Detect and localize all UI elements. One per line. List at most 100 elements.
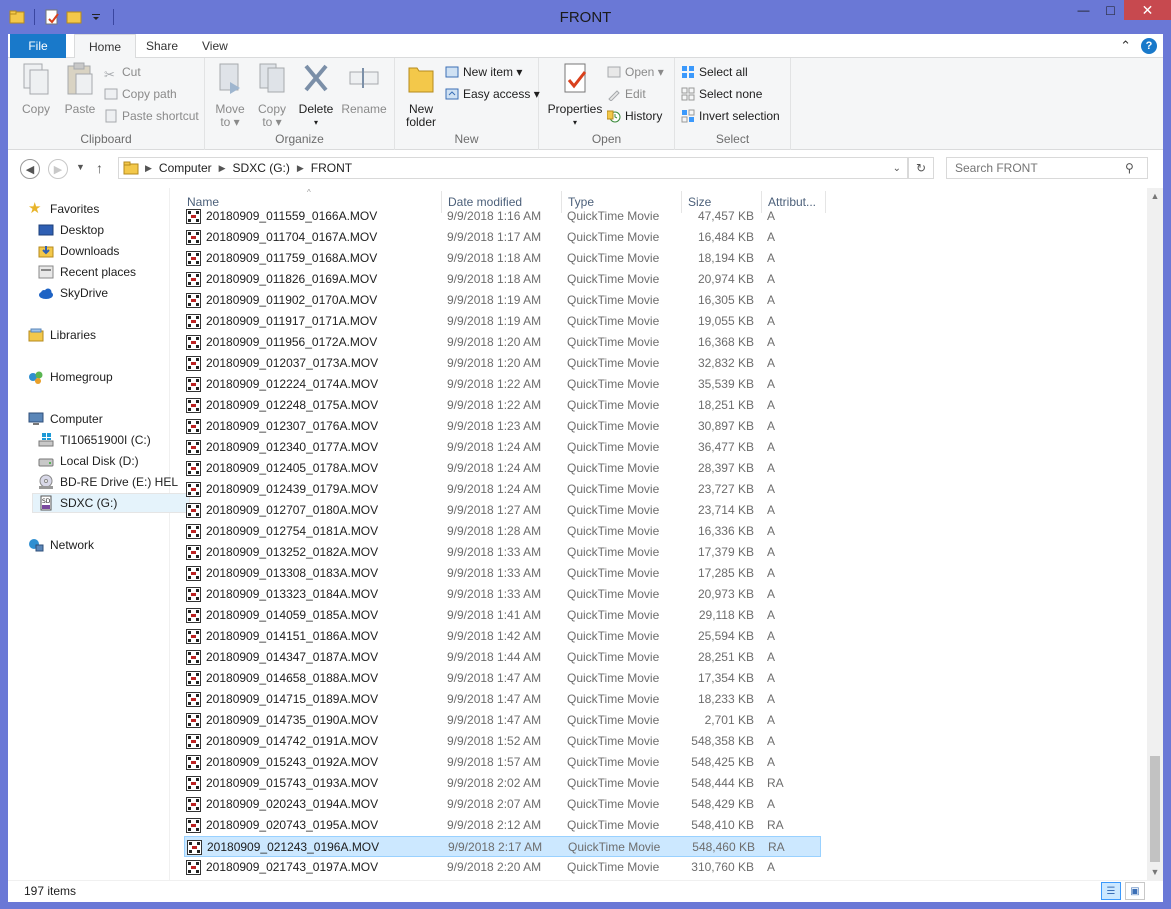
history-button[interactable]: History: [607, 106, 662, 126]
properties-button[interactable]: Properties ▾: [545, 62, 605, 129]
column-divider[interactable]: [825, 191, 826, 213]
table-row[interactable]: 20180909_014151_0186A.MOV 9/9/2018 1:42 A…: [184, 626, 821, 647]
table-row[interactable]: 20180909_012754_0181A.MOV 9/9/2018 1:28 A…: [184, 521, 821, 542]
table-row[interactable]: 20180909_012707_0180A.MOV 9/9/2018 1:27 A…: [184, 500, 821, 521]
select-all-button[interactable]: Select all: [681, 62, 748, 82]
table-row[interactable]: 20180909_013323_0184A.MOV 9/9/2018 1:33 A…: [184, 584, 821, 605]
file-size: 30,897 KB: [697, 419, 754, 433]
table-row[interactable]: 20180909_014715_0189A.MOV 9/9/2018 1:47 A…: [184, 689, 821, 710]
table-row[interactable]: 20180909_011902_0170A.MOV 9/9/2018 1:19 A…: [184, 290, 821, 311]
edit-button[interactable]: Edit: [607, 84, 646, 104]
table-row[interactable]: 20180909_011759_0168A.MOV 9/9/2018 1:18 A…: [184, 248, 821, 269]
new-item-button[interactable]: New item ▾: [445, 62, 522, 82]
table-row[interactable]: 20180909_021743_0197A.MOV 9/9/2018 2:20 A…: [184, 857, 821, 878]
help-icon[interactable]: ?: [1141, 38, 1157, 54]
cut-button[interactable]: ✂ Cut: [104, 62, 141, 82]
table-row[interactable]: 20180909_011826_0169A.MOV 9/9/2018 1:18 A…: [184, 269, 821, 290]
invert-selection-button[interactable]: Invert selection: [681, 106, 780, 126]
copy-to-button[interactable]: Copy to ▾: [253, 62, 291, 129]
chevron-right-icon[interactable]: ▶: [145, 163, 152, 174]
table-row[interactable]: 20180909_015243_0192A.MOV 9/9/2018 1:57 A…: [184, 752, 821, 773]
move-to-button[interactable]: Move to ▾: [211, 62, 249, 129]
table-row[interactable]: 20180909_011704_0167A.MOV 9/9/2018 1:17 A…: [184, 227, 821, 248]
quicktime-movie-icon: [186, 545, 201, 560]
breadcrumb-computer[interactable]: Computer: [152, 161, 219, 175]
chevron-down-icon[interactable]: ⌄: [893, 163, 901, 174]
properties-icon: [564, 63, 587, 93]
tab-home[interactable]: Home: [74, 34, 137, 59]
forward-button[interactable]: ▶: [48, 159, 68, 179]
file-date-modified: 9/9/2018 1:41 AM: [447, 608, 542, 622]
new-folder-button[interactable]: New folder: [401, 62, 441, 129]
scroll-down-icon[interactable]: ▼: [1147, 864, 1163, 880]
up-button[interactable]: ↑: [96, 160, 103, 176]
open-button[interactable]: Open ▾: [607, 62, 664, 82]
table-row[interactable]: 20180909_020243_0194A.MOV 9/9/2018 2:07 A…: [184, 794, 821, 815]
paste-shortcut-button[interactable]: Paste shortcut: [104, 106, 199, 126]
file-attributes: A: [767, 440, 776, 454]
rename-button[interactable]: Rename: [339, 62, 389, 116]
recent-locations-dropdown[interactable]: ▼: [76, 162, 85, 172]
table-row[interactable]: 20180909_012405_0178A.MOV 9/9/2018 1:24 A…: [184, 458, 821, 479]
table-row[interactable]: 20180909_012037_0173A.MOV 9/9/2018 1:20 A…: [184, 353, 821, 374]
maximize-button[interactable]: □: [1097, 0, 1124, 20]
nav-libraries[interactable]: Libraries: [28, 325, 186, 345]
search-box[interactable]: ⚲: [946, 157, 1148, 179]
scrollbar-thumb[interactable]: [1150, 756, 1160, 862]
vertical-scrollbar[interactable]: ▲ ▼: [1147, 188, 1163, 880]
file-date-modified: 9/9/2018 1:47 AM: [447, 713, 542, 727]
table-row[interactable]: 20180909_014059_0185A.MOV 9/9/2018 1:41 A…: [184, 605, 821, 626]
tab-view[interactable]: View: [188, 34, 242, 58]
nav-network[interactable]: Network: [28, 535, 186, 555]
table-row[interactable]: 20180909_013252_0182A.MOV 9/9/2018 1:33 A…: [184, 542, 821, 563]
nav-network-label: Network: [50, 538, 95, 552]
address-field[interactable]: ▶ Computer ▶ SDXC (G:) ▶ FRONT ⌄: [118, 157, 908, 179]
back-button[interactable]: ◀: [20, 159, 40, 179]
nav-favorites[interactable]: ★ Favorites: [28, 199, 186, 219]
tab-share[interactable]: Share: [132, 34, 192, 58]
table-row[interactable]: 20180909_013308_0183A.MOV 9/9/2018 1:33 A…: [184, 563, 821, 584]
table-row[interactable]: 20180909_012340_0177A.MOV 9/9/2018 1:24 A…: [184, 437, 821, 458]
rename-label: Rename: [341, 102, 387, 116]
select-none-button[interactable]: Select none: [681, 84, 762, 104]
table-row[interactable]: 20180909_014742_0191A.MOV 9/9/2018 1:52 A…: [184, 731, 821, 752]
copy-path-button[interactable]: Copy path: [104, 84, 177, 104]
collapse-ribbon-icon[interactable]: ⌃: [1120, 38, 1131, 54]
table-row[interactable]: 20180909_014347_0187A.MOV 9/9/2018 1:44 A…: [184, 647, 821, 668]
table-row[interactable]: 20180909_012439_0179A.MOV 9/9/2018 1:24 A…: [184, 479, 821, 500]
table-row[interactable]: 20180909_012224_0174A.MOV 9/9/2018 1:22 A…: [184, 374, 821, 395]
file-size: 548,425 KB: [691, 755, 754, 769]
breadcrumb-sdxc[interactable]: SDXC (G:): [226, 161, 297, 175]
search-input[interactable]: [955, 161, 1125, 175]
paste-button[interactable]: Paste: [60, 62, 100, 116]
table-row[interactable]: 20180909_014658_0188A.MOV 9/9/2018 1:47 A…: [184, 668, 821, 689]
table-row-selected[interactable]: 20180909_021243_0196A.MOV 9/9/2018 2:17 A…: [184, 836, 821, 857]
chevron-right-icon[interactable]: ▶: [219, 163, 226, 174]
table-row[interactable]: 20180909_015743_0193A.MOV 9/9/2018 2:02 A…: [184, 773, 821, 794]
close-button[interactable]: ✕: [1124, 0, 1171, 20]
table-row[interactable]: 20180909_014735_0190A.MOV 9/9/2018 1:47 A…: [184, 710, 821, 731]
file-attributes: A: [767, 335, 776, 349]
large-icons-view-button[interactable]: ▣: [1125, 882, 1145, 900]
search-icon[interactable]: ⚲: [1125, 161, 1134, 175]
table-row[interactable]: 20180909_011559_0166A.MOV 9/9/2018 1:16 A…: [184, 206, 821, 227]
easy-access-button[interactable]: Easy access ▾: [445, 84, 540, 104]
table-row[interactable]: 20180909_020743_0195A.MOV 9/9/2018 2:12 A…: [184, 815, 821, 836]
nav-drive-g[interactable]: SD SDXC (G:): [32, 493, 190, 513]
nav-computer[interactable]: Computer: [28, 409, 186, 429]
table-row[interactable]: 20180909_011917_0171A.MOV 9/9/2018 1:19 A…: [184, 311, 821, 332]
delete-button[interactable]: Delete ▾: [297, 62, 335, 129]
details-view-button[interactable]: ☰: [1101, 882, 1121, 900]
chevron-right-icon[interactable]: ▶: [297, 163, 304, 174]
nav-homegroup[interactable]: Homegroup: [28, 367, 186, 387]
table-row[interactable]: 20180909_012307_0176A.MOV 9/9/2018 1:23 A…: [184, 416, 821, 437]
table-row[interactable]: 20180909_012248_0175A.MOV 9/9/2018 1:22 A…: [184, 395, 821, 416]
scroll-up-icon[interactable]: ▲: [1147, 188, 1163, 204]
file-attributes: A: [767, 377, 776, 391]
refresh-button[interactable]: ↻: [908, 157, 934, 179]
breadcrumb-front[interactable]: FRONT: [304, 161, 359, 175]
table-row[interactable]: 20180909_011956_0172A.MOV 9/9/2018 1:20 A…: [184, 332, 821, 353]
tab-file[interactable]: File: [10, 34, 66, 58]
minimize-button[interactable]: —: [1070, 0, 1097, 20]
copy-button[interactable]: Copy: [16, 62, 56, 116]
